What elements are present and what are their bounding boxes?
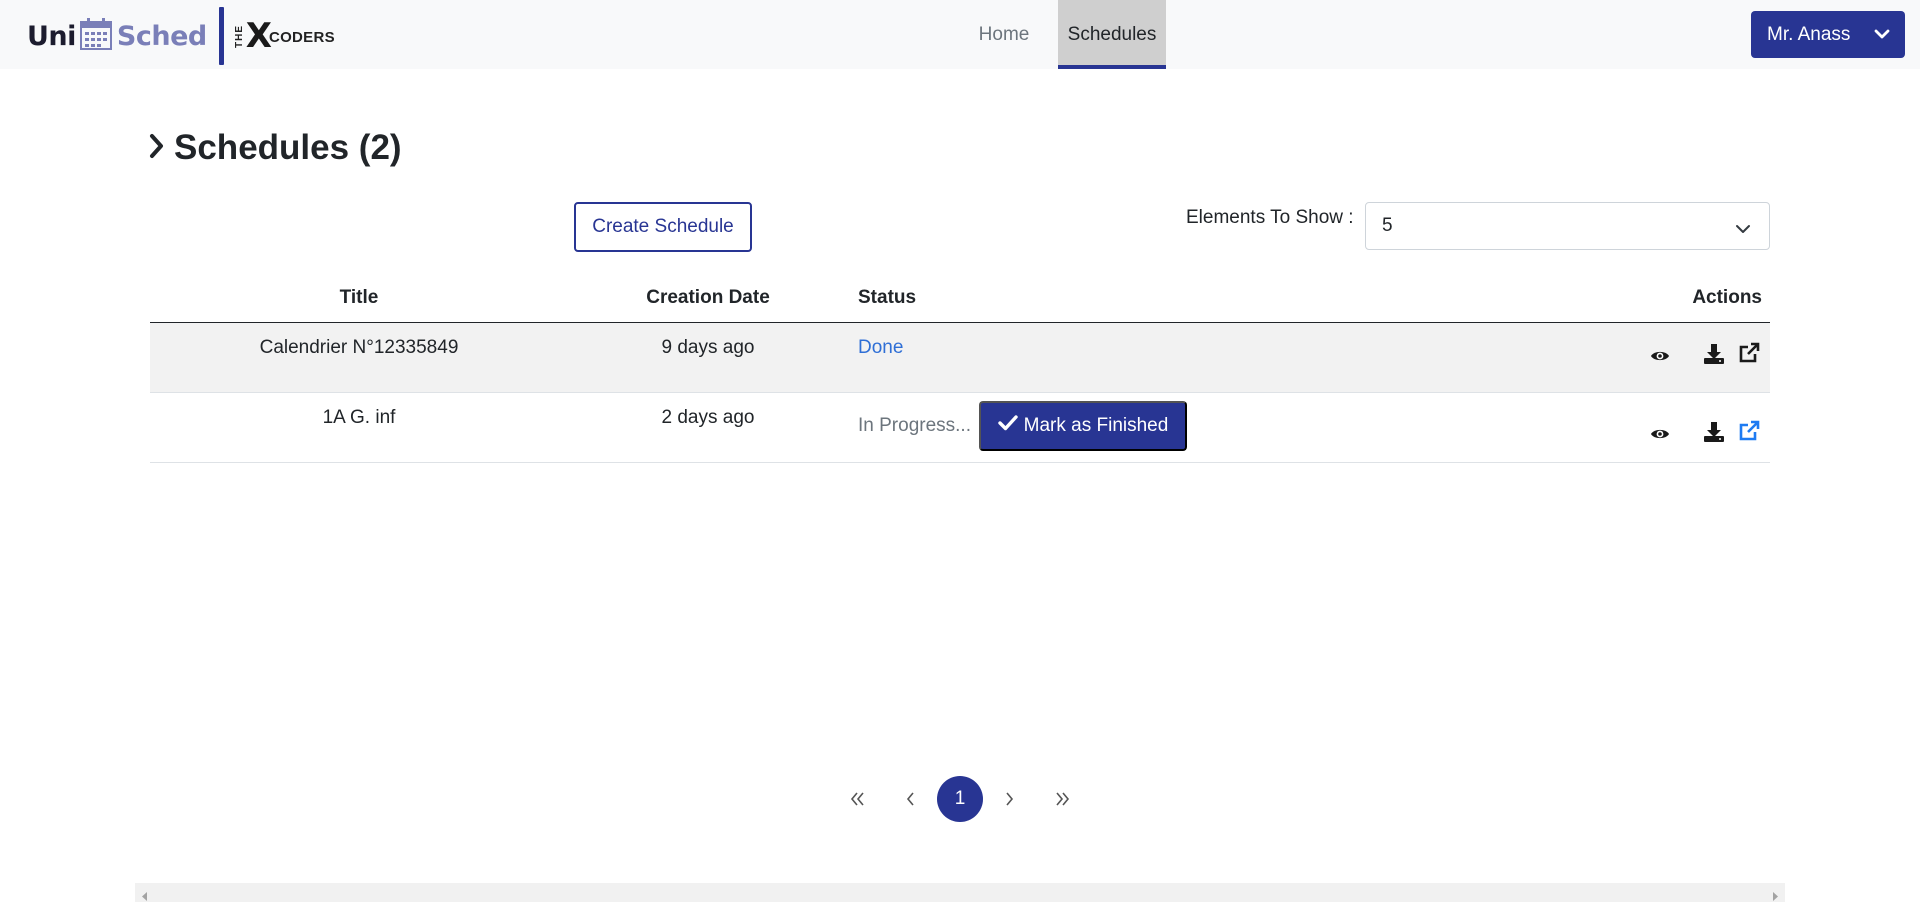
scroll-right-arrow-icon[interactable] bbox=[1771, 888, 1779, 902]
page-title: Schedules (2) bbox=[148, 128, 402, 168]
main-nav: Home Schedules bbox=[950, 0, 1166, 69]
check-icon bbox=[997, 414, 1018, 438]
scroll-left-arrow-icon[interactable] bbox=[141, 888, 149, 902]
page-title-text: Schedules (2) bbox=[174, 128, 402, 167]
elements-to-show-label: Elements To Show : bbox=[1186, 207, 1354, 228]
chevron-left-icon[interactable] bbox=[893, 781, 929, 817]
row-title: Calendrier N°12335849 bbox=[259, 337, 459, 358]
nav-schedules[interactable]: Schedules bbox=[1058, 0, 1166, 69]
elements-to-show-select[interactable]: 5 bbox=[1365, 202, 1770, 250]
double-chevron-left-icon[interactable] bbox=[840, 781, 876, 817]
double-chevron-right-icon[interactable] bbox=[1044, 781, 1080, 817]
nav-home[interactable]: Home bbox=[950, 0, 1058, 69]
logo-the-text: THE bbox=[233, 24, 245, 48]
pagination: 1 bbox=[840, 774, 1080, 824]
top-navbar: Uni Sched THE X CODERS Home Schedules Mr… bbox=[0, 0, 1920, 69]
chevron-down-icon bbox=[1735, 220, 1751, 242]
header-actions: Actions bbox=[1692, 287, 1762, 308]
eye-icon[interactable] bbox=[1650, 425, 1670, 447]
chevron-down-icon bbox=[1873, 25, 1891, 49]
logo-sched-text: Sched bbox=[116, 20, 207, 52]
calendar-logo-icon bbox=[79, 17, 113, 56]
header-title: Title bbox=[339, 287, 379, 308]
header-creation-date: Creation Date bbox=[646, 287, 770, 308]
page-current[interactable]: 1 bbox=[937, 776, 983, 822]
header-status: Status bbox=[858, 287, 917, 308]
brand-logo[interactable]: Uni Sched THE X CODERS bbox=[27, 7, 335, 65]
download-icon[interactable] bbox=[1703, 421, 1725, 449]
chevron-right-icon[interactable] bbox=[991, 781, 1027, 817]
status-in-progress: In Progress... bbox=[858, 415, 971, 436]
user-menu-button[interactable]: Mr. Anass bbox=[1751, 11, 1905, 58]
status-done-link[interactable]: Done bbox=[858, 337, 903, 359]
brand-divider bbox=[218, 7, 224, 65]
row-creation-date: 2 days ago bbox=[661, 407, 755, 428]
xcoders-logo: THE X CODERS bbox=[234, 19, 335, 53]
table-row: Calendrier N°12335849 9 days ago Done bbox=[150, 323, 1770, 393]
chevron-right-icon bbox=[148, 131, 166, 166]
table-header: Title Creation Date Status Actions bbox=[150, 276, 1770, 323]
download-icon[interactable] bbox=[1703, 343, 1725, 371]
external-link-icon[interactable] bbox=[1738, 342, 1760, 370]
row-title: 1A G. inf bbox=[322, 407, 396, 428]
logo-uni-text: Uni bbox=[27, 20, 76, 52]
elements-to-show-value: 5 bbox=[1382, 215, 1393, 236]
table-row: 1A G. inf 2 days ago In Progress... Mark… bbox=[150, 393, 1770, 463]
horizontal-scrollbar[interactable] bbox=[135, 883, 1785, 902]
row-creation-date: 9 days ago bbox=[661, 337, 755, 358]
mark-as-finished-button[interactable]: Mark as Finished bbox=[979, 401, 1187, 451]
external-link-icon[interactable] bbox=[1738, 420, 1760, 448]
mark-as-finished-label: Mark as Finished bbox=[1023, 415, 1169, 436]
eye-icon[interactable] bbox=[1650, 347, 1670, 369]
schedules-table: Title Creation Date Status Actions Calen… bbox=[150, 276, 1770, 463]
user-name: Mr. Anass bbox=[1767, 23, 1851, 45]
create-schedule-button[interactable]: Create Schedule bbox=[574, 202, 752, 252]
logo-coders-text: CODERS bbox=[268, 28, 335, 46]
